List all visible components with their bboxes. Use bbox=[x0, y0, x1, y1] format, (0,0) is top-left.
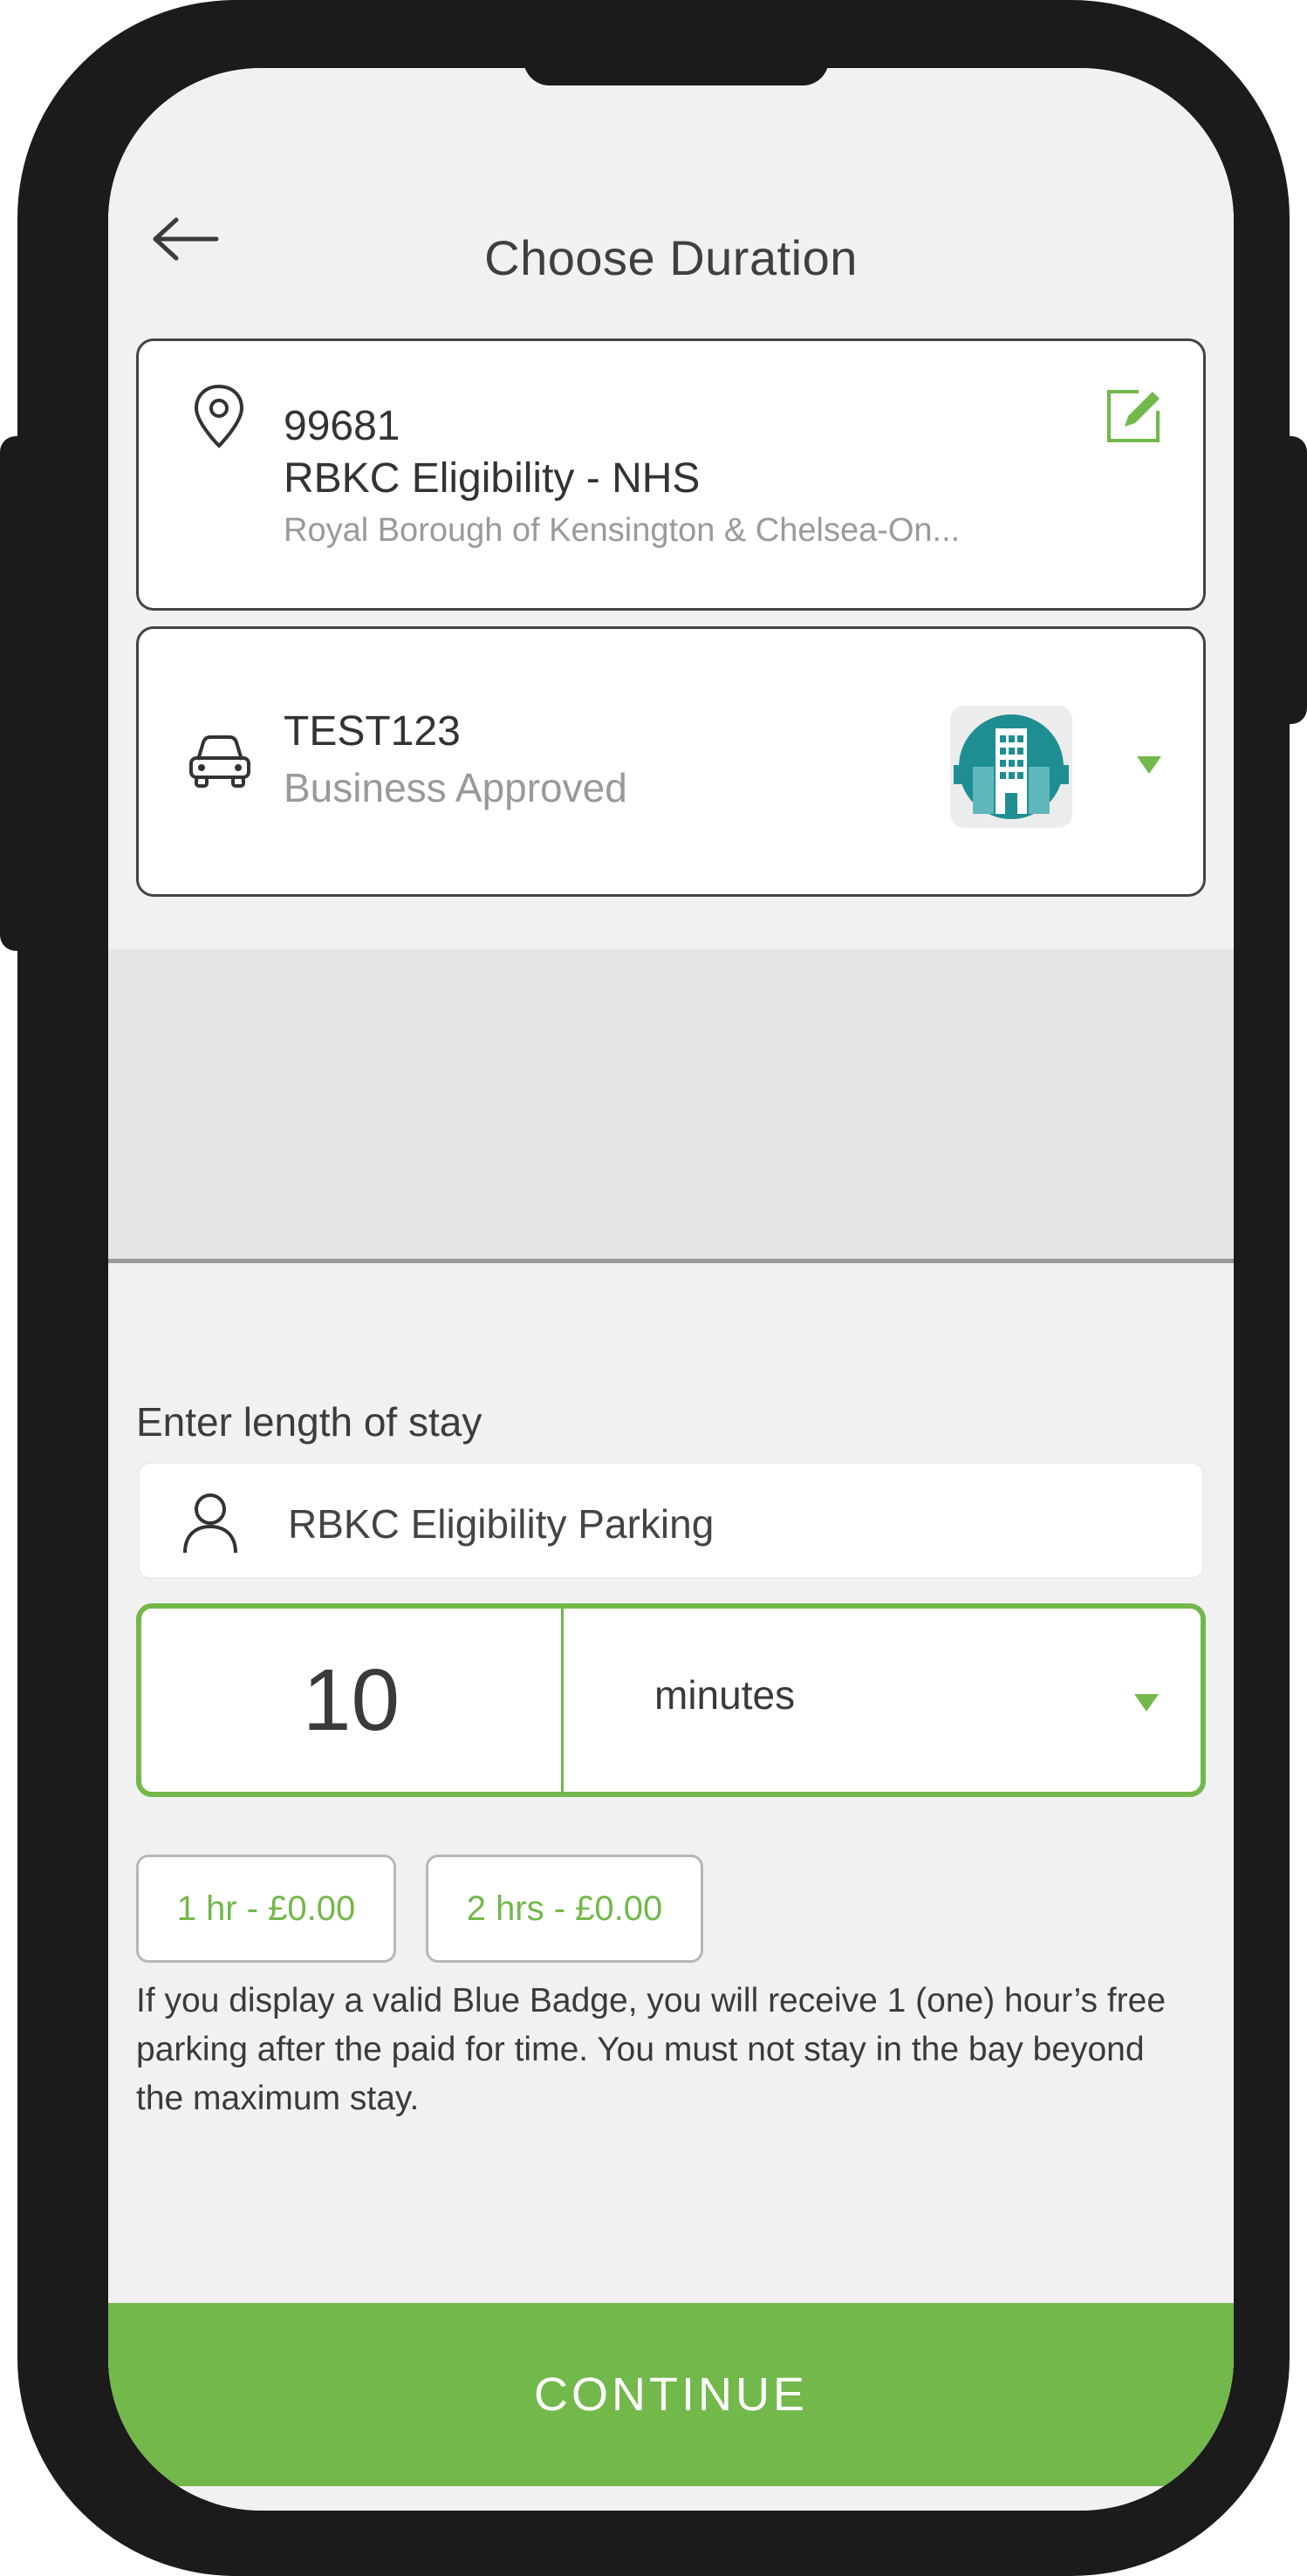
parking-zone-text: RBKC Eligibility Parking bbox=[288, 1501, 715, 1547]
vehicle-registration: TEST123 bbox=[284, 708, 461, 755]
phone-side-button-left bbox=[0, 436, 35, 951]
continue-button[interactable]: CONTINUE bbox=[108, 2303, 1234, 2486]
location-card[interactable]: 99681 RBKC Eligibility - NHS Royal Borou… bbox=[136, 338, 1206, 611]
phone-frame: Choose Duration 99681 RBKC Eligibility -… bbox=[17, 0, 1290, 2576]
length-of-stay-label: Enter length of stay bbox=[136, 1399, 482, 1445]
person-icon bbox=[183, 1493, 237, 1554]
location-name: RBKC Eligibility - NHS bbox=[284, 455, 701, 502]
car-icon bbox=[189, 735, 250, 788]
parking-zone-field[interactable]: RBKC Eligibility Parking bbox=[138, 1462, 1204, 1579]
duration-unit-text: minutes bbox=[654, 1672, 796, 1718]
vehicle-card[interactable]: TEST123 Business Approved bbox=[136, 626, 1206, 897]
edit-icon[interactable] bbox=[1104, 383, 1167, 446]
quick-option-2hrs[interactable]: 2 hrs - £0.00 bbox=[426, 1855, 703, 1963]
selection-area: Choose Duration 99681 RBKC Eligibility -… bbox=[108, 68, 1234, 1263]
length-of-stay-section: Enter length of stay RBKC Eligibility Pa… bbox=[108, 1263, 1234, 2511]
gray-spacer bbox=[108, 949, 1234, 1263]
page-title: Choose Duration bbox=[484, 230, 858, 285]
business-badge bbox=[950, 706, 1072, 828]
location-pin-icon bbox=[194, 384, 244, 448]
chevron-down-icon bbox=[1134, 1694, 1159, 1712]
phone-side-button-right bbox=[1272, 436, 1307, 724]
vehicle-status: Business Approved bbox=[284, 765, 627, 810]
chevron-down-icon[interactable] bbox=[1133, 751, 1165, 777]
phone-notch bbox=[523, 51, 829, 85]
business-building-icon bbox=[954, 714, 1069, 819]
app-screen: Choose Duration 99681 RBKC Eligibility -… bbox=[108, 68, 1234, 2511]
duration-value-input[interactable]: 10 bbox=[141, 1609, 564, 1792]
blue-badge-notice: If you display a valid Blue Badge, you w… bbox=[136, 1982, 1167, 2117]
location-code: 99681 bbox=[284, 403, 400, 449]
header: Choose Duration bbox=[108, 68, 1234, 347]
duration-unit-select[interactable]: minutes bbox=[564, 1609, 1201, 1792]
duration-selector: 10 minutes bbox=[136, 1603, 1206, 1797]
location-area: Royal Borough of Kensington & Chelsea-On… bbox=[284, 512, 961, 549]
quick-option-1hr[interactable]: 1 hr - £0.00 bbox=[136, 1855, 396, 1963]
